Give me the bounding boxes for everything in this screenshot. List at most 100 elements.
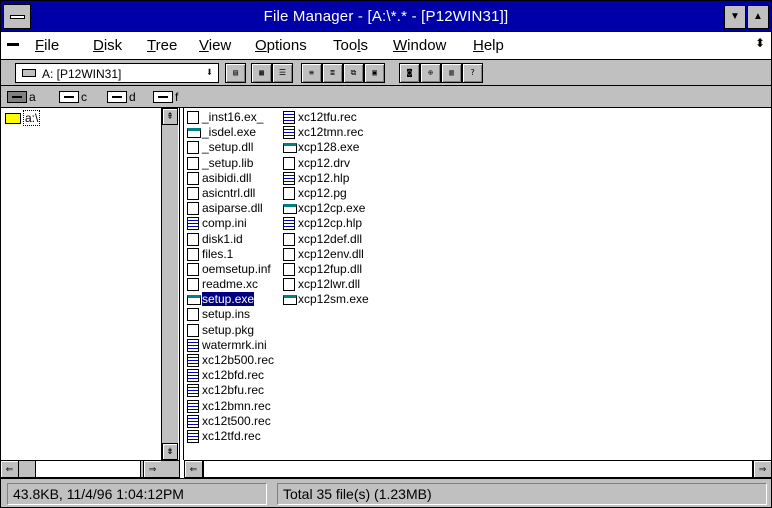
file-item[interactable]: xc12tmn.rec <box>282 125 369 140</box>
file-item[interactable]: xc12b500.rec <box>186 353 274 368</box>
cdrom-drive-icon <box>107 91 127 103</box>
sort-by-size-button[interactable]: ⧉ <box>343 63 364 83</box>
file-item[interactable]: xc12bmn.rec <box>186 399 274 414</box>
file-item[interactable]: disk1.id <box>186 232 274 247</box>
sort-by-date-button[interactable]: ▣ <box>364 63 385 83</box>
file-item[interactable]: readme.xc <box>186 277 274 292</box>
file-item[interactable]: files.1 <box>186 247 274 262</box>
file-item[interactable]: xc12tfu.rec <box>282 110 369 125</box>
file-name: setup.pkg <box>202 322 255 337</box>
drive-d[interactable]: d <box>105 89 136 105</box>
file-name: watermrk.ini <box>202 337 267 352</box>
scroll-track[interactable] <box>35 461 141 477</box>
file-name: xc12b500.rec <box>202 353 275 367</box>
file-item[interactable]: comp.ini <box>186 216 274 231</box>
file-item[interactable]: _setup.lib <box>186 156 274 171</box>
file-item[interactable]: xcp12cp.exe <box>282 201 369 216</box>
maximize-button[interactable]: ▲ <box>747 5 769 29</box>
file-name: xcp12sm.exe <box>298 292 369 307</box>
large-icons-button[interactable]: ▦ <box>251 63 272 83</box>
file-item[interactable]: xcp12sm.exe <box>282 292 369 307</box>
minimize-button[interactable]: ▼ <box>724 5 746 29</box>
file-name: files.1 <box>202 246 234 261</box>
tree-root-folder[interactable]: a:\ <box>5 110 41 127</box>
file-item[interactable]: xcp12cp.hlp <box>282 216 369 231</box>
document-file-icon <box>283 171 295 185</box>
restore-button[interactable]: ⬍ <box>751 36 769 56</box>
file-item[interactable]: xc12bfd.rec <box>186 368 274 383</box>
menu-options[interactable]: Options <box>255 37 307 54</box>
drive-f[interactable]: f <box>151 89 178 105</box>
menu-disk[interactable]: Disk <box>93 37 122 54</box>
file-properties-button[interactable]: ◙ <box>399 63 420 83</box>
tree-horizontal-scrollbar[interactable]: ⇐ ⇒ <box>0 460 180 478</box>
file-item[interactable]: xc12bfu.rec <box>186 383 274 398</box>
scroll-up-button[interactable]: ⇞ <box>162 108 178 125</box>
file-item[interactable]: setup.exe <box>186 292 274 307</box>
menu-window[interactable]: Window <box>393 37 446 54</box>
file-name: xcp12.hlp <box>298 170 350 185</box>
file-item[interactable]: xcp12lwr.dll <box>282 277 369 292</box>
scroll-right-button[interactable]: ⇒ <box>753 461 771 477</box>
file-item[interactable]: asicntrl.dll <box>186 186 274 201</box>
drive-dropdown-arrow[interactable]: ⬇ <box>199 63 220 83</box>
document-file-icon <box>187 369 199 383</box>
menu-tools[interactable]: Tools <box>333 37 368 54</box>
file-item[interactable]: _isdel.exe <box>186 125 274 140</box>
file-name: asibidi.dll <box>202 170 252 185</box>
file-horizontal-scrollbar[interactable]: ⇐ ⇒ <box>184 460 772 478</box>
tree-vertical-scrollbar[interactable]: ⇞ ⇟ <box>161 108 178 460</box>
drive-dropdown[interactable]: A: [P12WIN31] <box>15 63 219 83</box>
file-item[interactable]: asiparse.dll <box>186 201 274 216</box>
scroll-down-button[interactable]: ⇟ <box>162 443 178 460</box>
sort-date-icon: ▣ <box>372 68 377 77</box>
network-drive-icon <box>153 91 173 103</box>
scroll-left-button[interactable]: ⇐ <box>1 461 19 477</box>
menu-tree[interactable]: Tree <box>147 37 177 54</box>
connect-network-drive-button[interactable]: ▤ <box>225 63 246 83</box>
drive-a[interactable]: a <box>5 89 36 105</box>
sort-by-type-button[interactable]: ≣ <box>322 63 343 83</box>
file-item[interactable]: xc12tfd.rec <box>186 429 274 444</box>
hard-drive-icon <box>59 91 79 103</box>
file-item[interactable]: xcp12.hlp <box>282 171 369 186</box>
file-item[interactable]: setup.pkg <box>186 323 274 338</box>
list-view-button[interactable]: ☰ <box>272 63 293 83</box>
file-icon <box>187 202 199 216</box>
document-file-icon <box>187 338 199 352</box>
print-button[interactable]: ▥ <box>441 63 462 83</box>
scroll-left-button[interactable]: ⇐ <box>185 461 203 477</box>
file-item[interactable]: _setup.dll <box>186 140 274 155</box>
file-item[interactable]: xc12t500.rec <box>186 414 274 429</box>
menu-view[interactable]: View <box>199 37 231 54</box>
sort-type-icon: ≣ <box>330 68 335 77</box>
document-file-icon <box>283 126 295 140</box>
drive-c[interactable]: c <box>57 89 87 105</box>
document-system-menu[interactable] <box>7 41 25 49</box>
title-bar: File Manager - [A:\*.* - [P12WIN31]] ▼ ▲ <box>0 0 772 32</box>
help-button[interactable]: ? <box>462 63 483 83</box>
file-item[interactable]: xcp12fup.dll <box>282 262 369 277</box>
scroll-right-button[interactable]: ⇒ <box>143 461 161 477</box>
file-icon <box>187 308 199 322</box>
file-icon <box>187 186 199 200</box>
file-item[interactable]: xcp12def.dll <box>282 232 369 247</box>
file-item[interactable]: xcp12.drv <box>282 156 369 171</box>
file-name: _isdel.exe <box>202 125 257 140</box>
file-item[interactable]: oemsetup.inf <box>186 262 274 277</box>
file-column-2: xc12tfu.rec xc12tmn.rec xcp128.exe xcp12.dr… <box>282 110 369 307</box>
menu-help[interactable]: Help <box>473 37 504 54</box>
file-item[interactable]: xcp12env.dll <box>282 247 369 262</box>
file-item[interactable]: asibidi.dll <box>186 171 274 186</box>
menu-file[interactable]: File <box>35 37 59 54</box>
file-item[interactable]: xcp12.pg <box>282 186 369 201</box>
file-item[interactable]: xcp128.exe <box>282 140 369 155</box>
print-icon: ▥ <box>449 68 454 77</box>
new-window-button[interactable]: ⊕ <box>420 63 441 83</box>
file-item[interactable]: setup.ins <box>186 307 274 322</box>
scroll-track[interactable] <box>203 461 753 477</box>
file-item[interactable]: _inst16.ex_ <box>186 110 274 125</box>
sort-by-name-button[interactable]: ≡ <box>301 63 322 83</box>
file-item[interactable]: watermrk.ini <box>186 338 274 353</box>
file-icon <box>187 141 199 155</box>
